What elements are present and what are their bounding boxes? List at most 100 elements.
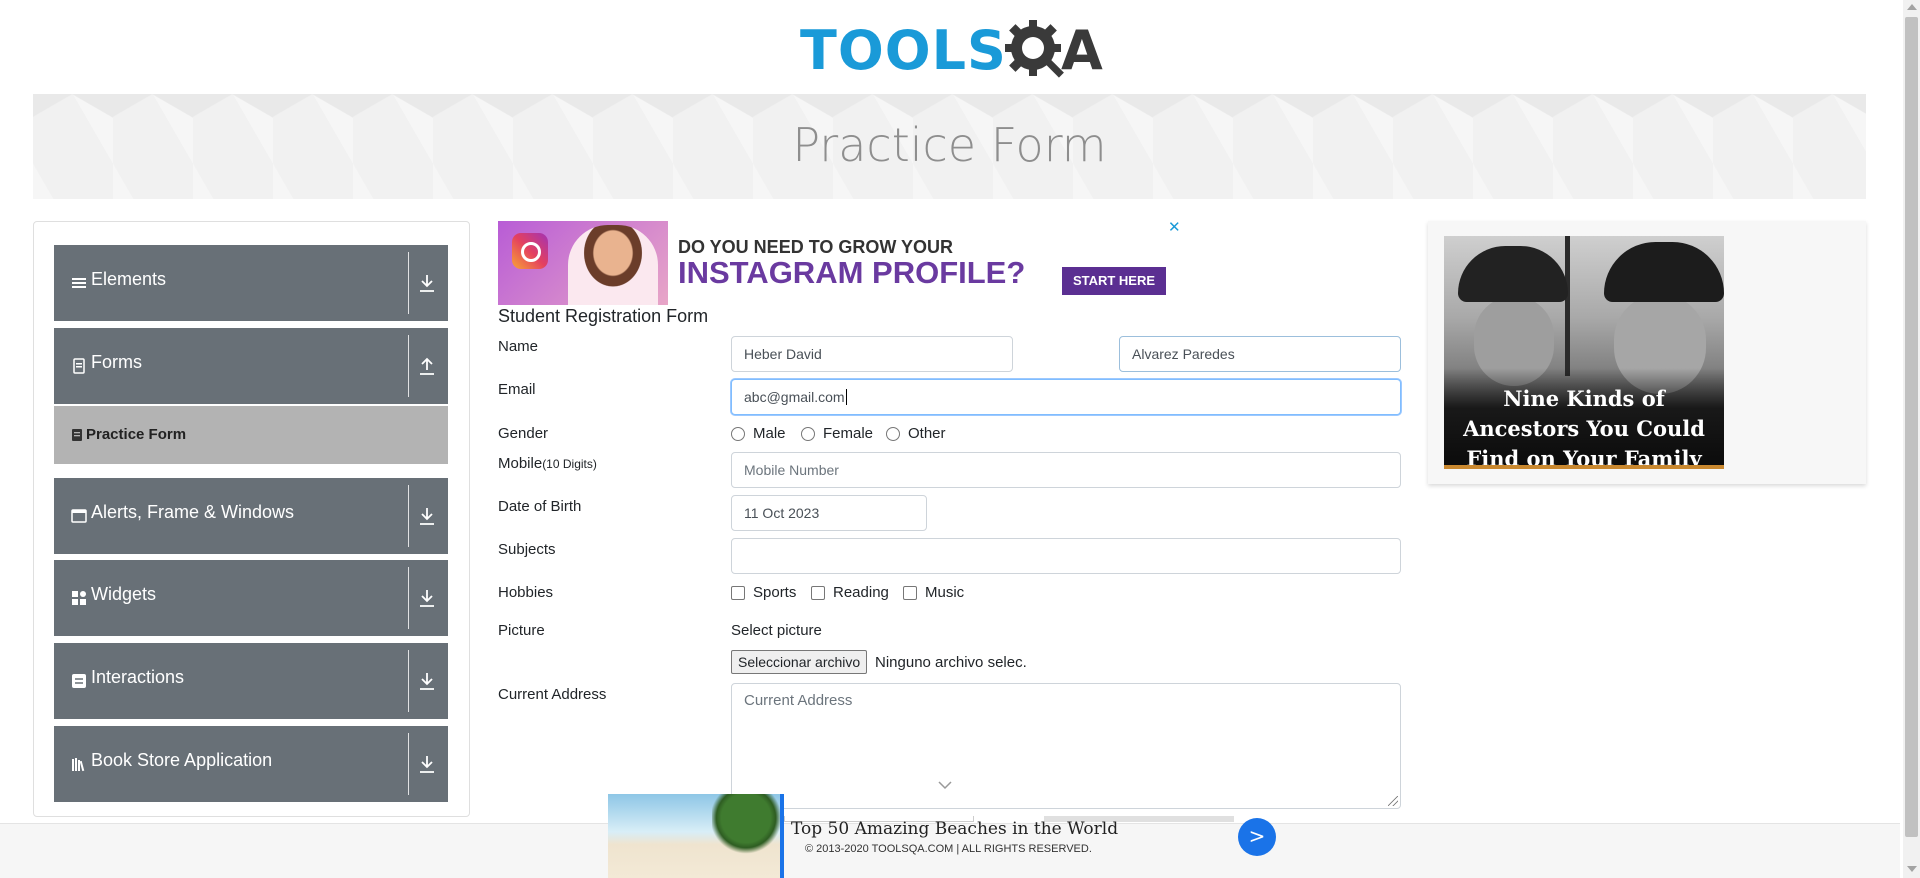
radio-label: Female (823, 425, 874, 442)
current-address-label: Current Address (498, 686, 607, 703)
widgets-grid-icon (72, 591, 86, 605)
ad-subheadline: INSTAGRAM PROFILE? (678, 255, 1026, 290)
first-name-input[interactable]: Heber David (731, 336, 1013, 372)
gender-radio-other[interactable]: Other (886, 425, 946, 442)
ad-photo: Nine Kinds of Ancestors You Could Find o… (1444, 236, 1724, 468)
divider (408, 485, 409, 547)
ad-ancestors[interactable]: Nine Kinds of Ancestors You Could Find o… (1428, 221, 1866, 484)
divider (408, 567, 409, 629)
email-value: abc@gmail.com (744, 389, 845, 405)
divider (408, 650, 409, 712)
form-document-icon (72, 429, 82, 441)
ad-next-button[interactable]: > (1238, 818, 1276, 856)
sidebar-group-label: Book Store Application (91, 750, 273, 770)
gender-radio-male[interactable]: Male (731, 425, 786, 442)
checkbox-label: Sports (753, 584, 797, 601)
scroll-down-icon[interactable] (1907, 866, 1917, 872)
subjects-label: Subjects (498, 541, 556, 558)
sidebar-item-practice-form[interactable]: Practice Form (54, 406, 448, 464)
toolsqa-logo[interactable]: TOOLS A (800, 14, 1103, 86)
ad-image (498, 221, 668, 305)
mobile-label: Mobile(10 Digits) (498, 455, 597, 472)
hobbies-label: Hobbies (498, 584, 554, 601)
subjects-input[interactable] (731, 538, 1401, 574)
form-title: Student Registration Form (498, 306, 709, 326)
textarea-placeholder: Current Address (744, 692, 853, 709)
radio-label: Male (753, 425, 786, 442)
ad-caption: Nine Kinds of Ancestors You Could Find o… (1444, 368, 1724, 468)
checkbox-box[interactable] (731, 585, 745, 600)
ad-beach-image (608, 794, 780, 878)
chevron-down-icon[interactable] (938, 780, 952, 790)
checkbox-box[interactable] (811, 585, 825, 600)
hobby-checkbox-sports[interactable]: Sports (731, 584, 796, 601)
gender-label: Gender (498, 425, 549, 442)
select-picture-label: Select picture (731, 622, 822, 639)
ad-banner-instagram[interactable]: DO YOU NEED TO GROW YOUR INSTAGRAM PROFI… (498, 221, 1166, 305)
sidebar-group-forms[interactable]: Forms (54, 328, 448, 404)
sidebar: Elements Forms Practice Form Alerts, Fra… (33, 221, 470, 817)
sidebar-group-elements[interactable]: Elements (54, 245, 448, 321)
divider (408, 733, 409, 795)
sidebar-group-label: Widgets (91, 584, 157, 604)
checkbox-box[interactable] (903, 585, 917, 600)
divider (408, 252, 409, 314)
radio-circle[interactable] (886, 426, 900, 441)
file-status-text: Ninguno archivo selec. (875, 654, 1027, 671)
email-input[interactable]: abc@gmail.com (731, 379, 1401, 415)
mobile-input[interactable]: Mobile Number (731, 452, 1401, 488)
form-document-icon (73, 358, 85, 374)
ad-close-icon[interactable]: ✕ (1168, 220, 1182, 235)
window-icon (71, 509, 87, 523)
sidebar-group-alerts[interactable]: Alerts, Frame & Windows (54, 478, 448, 554)
picture-label: Picture (498, 622, 545, 639)
resize-grip[interactable] (1388, 796, 1398, 806)
ad-tree-shape (712, 794, 780, 854)
current-address-textarea[interactable]: Current Address (731, 683, 1401, 809)
hobby-checkbox-music[interactable]: Music (903, 584, 964, 601)
last-name-input[interactable]: Alvarez Paredes (1119, 336, 1401, 372)
sidebar-group-widgets[interactable]: Widgets (54, 560, 448, 636)
download-arrow-icon (420, 673, 434, 690)
gender-radio-female[interactable]: Female (801, 425, 873, 442)
name-label: Name (498, 338, 539, 355)
radio-circle[interactable] (731, 426, 745, 441)
hobby-checkbox-reading[interactable]: Reading (811, 584, 889, 601)
scroll-thumb[interactable] (1905, 17, 1918, 837)
choose-file-button[interactable]: Seleccionar archivo (731, 650, 868, 674)
gear-icon (1004, 20, 1064, 78)
page: TOOLS A Practice Form Elements Forms Pra… (0, 0, 1920, 878)
mobile-hint: (10 Digits) (542, 457, 597, 471)
sidebar-group-label: Elements (91, 269, 167, 289)
upload-arrow-icon (420, 357, 434, 375)
ad-cta-button[interactable]: START HERE (1062, 267, 1166, 295)
checkbox-label: Music (925, 584, 965, 601)
radio-circle[interactable] (801, 426, 815, 441)
ad-title: Top 50 Amazing Beaches in the World (791, 819, 1119, 839)
mobile-label-text: Mobile (498, 455, 543, 472)
ad-beaches[interactable]: Top 50 Amazing Beaches in the World > (608, 794, 1281, 878)
download-arrow-icon (420, 590, 434, 607)
sidebar-group-book-store[interactable]: Book Store Application (54, 726, 448, 802)
email-label: Email (498, 381, 536, 398)
sidebar-group-interactions[interactable]: Interactions (54, 643, 448, 719)
download-arrow-icon (420, 508, 434, 525)
text-cursor (845, 389, 847, 405)
divider (408, 335, 409, 397)
scroll-up-icon[interactable] (1907, 4, 1917, 10)
sidebar-group-label: Alerts, Frame & Windows (91, 502, 295, 522)
hamburger-icon (72, 278, 86, 288)
photo-hat-right (1604, 242, 1724, 302)
sidebar-group-label: Interactions (91, 667, 185, 687)
date-of-birth-input[interactable]: 11 Oct 2023 (731, 495, 927, 531)
vertical-scrollbar[interactable] (1903, 0, 1920, 878)
logo-text-a: A (1060, 18, 1103, 82)
photo-hat-left (1458, 246, 1568, 302)
photo-pole (1565, 236, 1570, 376)
page-banner: Practice Form (33, 94, 1866, 199)
download-arrow-icon (420, 275, 434, 292)
checkbox-label: Reading (833, 584, 889, 601)
books-icon (72, 758, 85, 772)
sidebar-item-label: Practice Form (86, 426, 187, 443)
ad-accent-bar (1444, 465, 1724, 469)
